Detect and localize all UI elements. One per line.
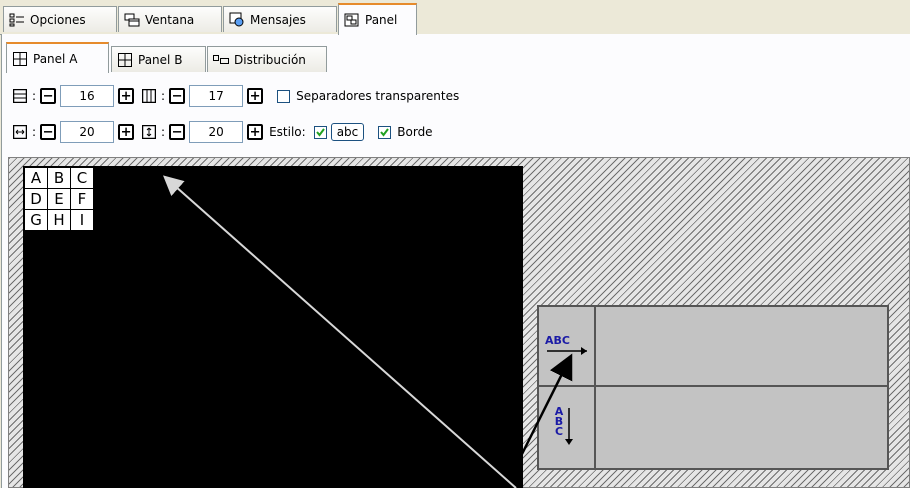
columns-input[interactable] — [189, 85, 244, 107]
subtab-distribucion[interactable]: Distribución — [207, 46, 327, 72]
h-gap-increment-button[interactable]: + — [118, 124, 135, 140]
h-gap-separator: : — [32, 125, 37, 139]
transparent-checkbox[interactable] — [277, 89, 291, 103]
v-gap-increment-button[interactable]: + — [247, 124, 264, 140]
orientation-divider-horizontal — [537, 385, 889, 387]
tab-ventana[interactable]: Ventana — [118, 6, 222, 32]
horizontal-gap-icon — [12, 124, 28, 140]
style-checkbox[interactable] — [313, 125, 327, 139]
transparent-label: Separadores transparentes — [296, 89, 460, 103]
h-gap-decrement-button[interactable]: − — [40, 124, 57, 140]
layout-icon — [213, 52, 229, 68]
subtab-panel-a[interactable]: Panel A — [6, 42, 109, 73]
tab-mensajes-label: Mensajes — [250, 12, 306, 27]
grid-cell: G — [24, 209, 48, 231]
grid-cell: H — [47, 209, 71, 231]
grid-cell: A — [24, 167, 48, 189]
gaps-row: : − + : − + Estilo: abc Borde — [12, 120, 433, 144]
options-icon — [9, 12, 25, 28]
tab-panel[interactable]: Panel — [338, 3, 417, 35]
subtab-panel-a-label: Panel A — [33, 51, 78, 66]
border-checkbox[interactable] — [378, 125, 392, 139]
columns-separator: : — [161, 89, 166, 103]
horizontal-orientation-label: ABC — [545, 334, 570, 347]
v-gap-separator: : — [161, 125, 166, 139]
vertical-letter: C — [554, 425, 564, 438]
h-gap-input[interactable] — [60, 121, 115, 143]
tab-opciones-label: Opciones — [30, 12, 86, 27]
rows-decrement-button[interactable]: − — [40, 88, 57, 104]
tab-opciones[interactable]: Opciones — [3, 6, 117, 32]
grid-cell: F — [70, 188, 94, 210]
style-abc-sample[interactable]: abc — [330, 123, 365, 141]
rows-separator: : — [32, 89, 37, 103]
rows-input[interactable] — [60, 85, 115, 107]
style-label: Estilo: — [269, 125, 306, 139]
v-gap-input[interactable] — [189, 121, 244, 143]
border-label: Borde — [397, 125, 433, 139]
tab-panel-label: Panel — [365, 13, 398, 27]
check-icon — [315, 127, 325, 137]
subtab-panel-b[interactable]: Panel B — [111, 46, 206, 72]
messages-icon — [229, 12, 245, 28]
grid-icon — [117, 52, 133, 68]
columns-icon — [141, 88, 157, 104]
v-gap-decrement-button[interactable]: − — [169, 124, 186, 140]
panel-icon — [344, 12, 360, 28]
subtab-panel-b-label: Panel B — [138, 52, 183, 67]
grid-icon — [12, 51, 28, 67]
columns-increment-button[interactable]: + — [247, 88, 264, 104]
orientation-preview — [537, 305, 889, 470]
check-icon — [380, 127, 390, 137]
vertical-orientation-label: A B C — [554, 406, 564, 438]
rows-increment-button[interactable]: + — [118, 88, 135, 104]
columns-decrement-button[interactable]: − — [169, 88, 186, 104]
orientation-divider-vertical — [594, 305, 596, 470]
grid-cell: D — [24, 188, 48, 210]
main-tab-strip: Opciones Ventana Mensajes Panel — [0, 0, 910, 35]
grid-cell: C — [70, 167, 94, 189]
grid-cell: E — [47, 188, 71, 210]
window-icon — [124, 12, 140, 28]
subtab-distribucion-label: Distribución — [234, 52, 306, 67]
tab-mensajes[interactable]: Mensajes — [223, 6, 337, 32]
vertical-gap-icon — [141, 124, 157, 140]
rows-cols-row: : − + : − + Separadores transparentes — [12, 84, 459, 108]
preview-panel — [23, 166, 523, 488]
tab-ventana-label: Ventana — [145, 12, 195, 27]
grid-cell: I — [70, 209, 94, 231]
letter-grid: A B C D E F G H I — [24, 167, 94, 231]
grid-cell: B — [47, 167, 71, 189]
rows-icon — [12, 88, 28, 104]
